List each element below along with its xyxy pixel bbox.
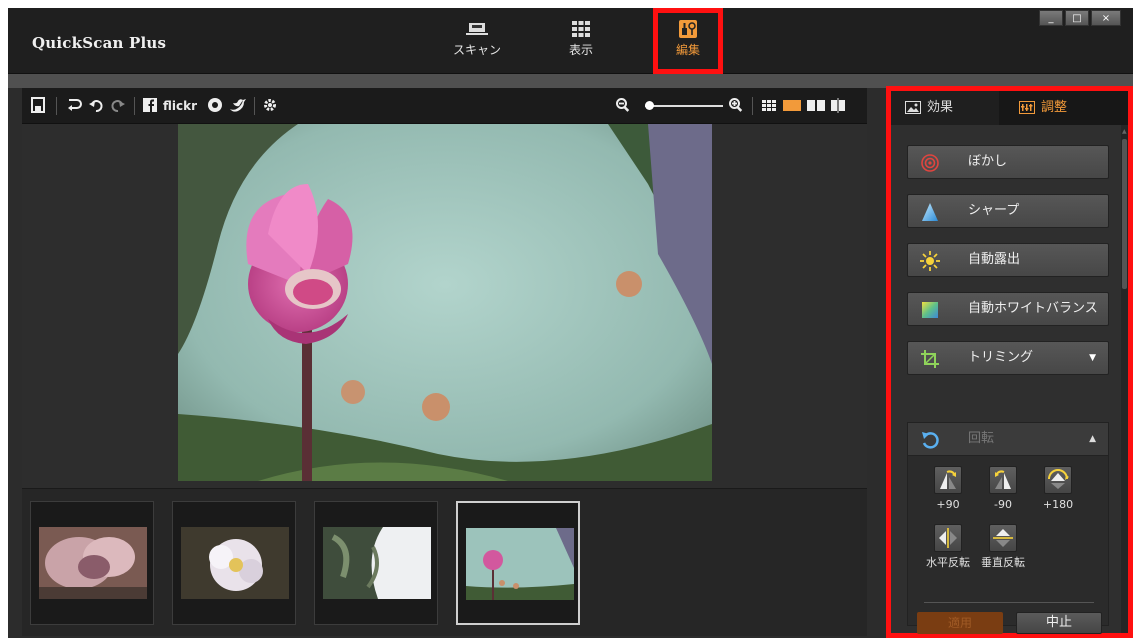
filmstrip [22,488,867,636]
thumbnail-image [323,527,431,599]
rotate-180-icon [1048,469,1069,489]
revert-icon[interactable] [66,97,82,115]
compare-view-icon[interactable] [807,97,825,115]
image-canvas[interactable] [22,124,867,488]
tab-label: 調整 [1041,100,1068,115]
blur-button[interactable]: ぼかし [907,145,1109,179]
adjust-panel: 効果 調整 ぼかし シャープ 自動露出 自動ホワイトバランス トリミング ▼ 回… [886,86,1133,638]
save-icon[interactable] [31,97,45,115]
mode-label: スキャン [452,43,501,57]
zoom-slider-handle[interactable] [644,101,654,110]
auto-exposure-button[interactable]: 自動露出 [907,243,1109,277]
chevron-up-icon: ▲ [1089,434,1096,444]
sharpen-button[interactable]: シャープ [907,194,1109,228]
sliders-icon [1019,101,1035,114]
edit-mode-highlight [653,8,723,74]
rotate-section: +90 -90 +180 水平反転 垂直反転 適用 中止 [907,456,1109,634]
split-view-icon[interactable] [830,97,846,115]
rotate-minus-90-label: -90 [994,498,1012,511]
thumbnail-pink-rose[interactable] [30,501,154,625]
tool-label: 自動ホワイトバランス [968,301,1098,316]
flip-horizontal-button[interactable] [934,524,962,552]
toolbar-divider [134,97,135,115]
flip-horizontal-label: 水平反転 [926,556,970,569]
maximize-button[interactable]: □ [1065,10,1089,26]
rotate-right-icon [940,470,956,489]
rotate-plus-90-label: +90 [936,498,960,511]
zoom-slider[interactable] [645,105,723,107]
chevron-down-icon: ▼ [1089,353,1096,363]
tool-label: ぼかし [968,154,1008,169]
picasa-icon[interactable] [207,97,223,115]
divider [924,602,1094,603]
panel-scrollbar[interactable]: ▲ [1121,125,1128,633]
single-view-icon[interactable] [783,97,801,115]
toolbar-divider [254,97,255,115]
thumbnail-image [39,527,147,599]
thumbnail-pink-lotus[interactable] [456,501,580,625]
close-button[interactable]: × [1091,10,1121,26]
crop-icon [921,350,939,368]
scroll-up-icon[interactable]: ▲ [1122,128,1127,135]
twitter-icon[interactable] [229,97,247,115]
thumbnail-leaves[interactable] [314,501,438,625]
cancel-button[interactable]: 中止 [1016,612,1102,634]
mode-tab-view[interactable]: 表示 [551,18,611,68]
rotate-icon [922,432,939,449]
panel-tabs: 効果 調整 [891,91,1128,125]
adjust-tool-list: ぼかし シャープ 自動露出 自動ホワイトバランス トリミング ▼ 回転 ▲ +9… [891,125,1121,634]
thumbnail-grid-view-icon[interactable] [761,97,777,115]
thumbnail-image [466,528,574,600]
thumbnail-white-flower[interactable] [172,501,296,625]
rotate-left-icon [995,470,1011,489]
sharpen-triangle-icon [922,203,938,221]
window-controls: _ □ × [1039,10,1121,26]
scrollbar-thumb[interactable] [1122,139,1127,289]
undo-icon[interactable] [88,97,104,115]
apply-button[interactable]: 適用 [917,612,1003,634]
flip-vertical-icon [993,529,1013,547]
tab-label: 効果 [927,100,954,115]
zoom-out-icon[interactable] [615,97,631,115]
gear-icon[interactable] [262,97,278,115]
flip-horizontal-icon [939,528,957,548]
rotate-title: 回転 [968,431,995,446]
rotate-180-button[interactable] [1044,466,1072,494]
rotate-plus-90-button[interactable] [934,466,962,494]
toolbar-divider [56,97,57,115]
mode-label: 表示 [568,43,593,57]
image-icon [905,101,921,114]
toolbar-divider [752,97,753,115]
redo-icon[interactable] [110,97,126,115]
tool-label: 自動露出 [968,252,1021,267]
blur-target-icon [921,154,939,172]
rotate-180-label: +180 [1042,498,1074,511]
tab-adjust[interactable]: 調整 [999,91,1128,125]
flip-vertical-button[interactable] [989,524,1017,552]
sun-icon [920,251,940,271]
auto-white-balance-button[interactable]: 自動ホワイトバランス [907,292,1109,326]
thumbnail-image [181,527,289,599]
white-balance-icon [922,302,938,318]
app-window: QuickScan Plus スキャン 表示 編集 _ □ × flickr 効… [8,8,1133,638]
flickr-share-button[interactable]: flickr [163,97,197,115]
tool-label: トリミング [968,350,1034,365]
flip-vertical-label: 垂直反転 [981,556,1025,569]
tab-effects[interactable]: 効果 [891,91,999,125]
editor-area: flickr [22,88,867,636]
scanner-icon [466,23,488,35]
mode-tab-scan[interactable]: スキャン [447,18,507,68]
title-bar: QuickScan Plus スキャン 表示 編集 _ □ × [8,8,1133,74]
zoom-in-icon[interactable] [728,97,744,115]
rotate-section-header[interactable]: 回転 ▲ [907,422,1109,456]
app-title: QuickScan Plus [32,34,167,52]
rotate-minus-90-button[interactable] [989,466,1017,494]
trimming-button[interactable]: トリミング ▼ [907,341,1109,375]
facebook-icon[interactable] [143,97,157,115]
grid-view-icon [572,21,590,37]
editor-toolbar: flickr [22,88,867,124]
tool-label: シャープ [968,203,1020,218]
edited-photo [178,124,712,481]
minimize-button[interactable]: _ [1039,10,1063,26]
